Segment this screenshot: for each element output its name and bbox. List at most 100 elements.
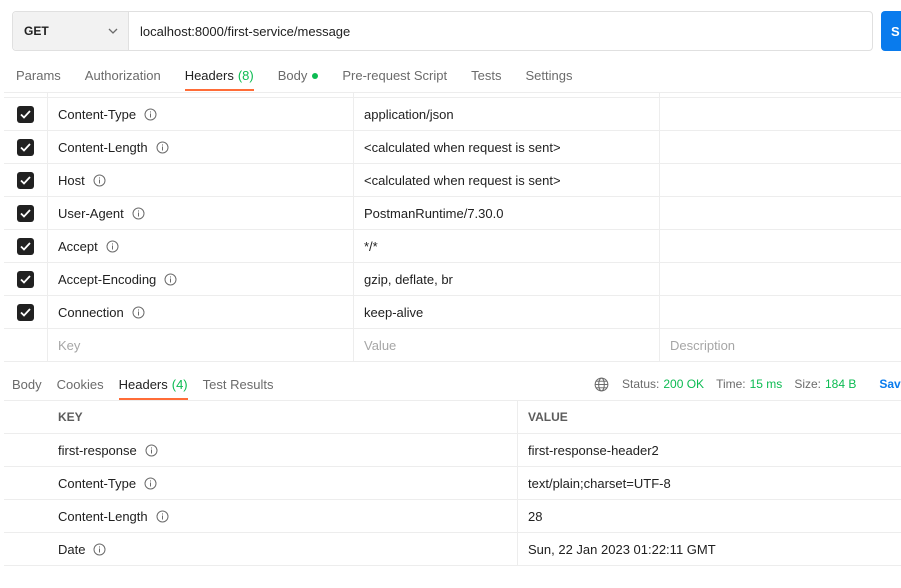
key-cell[interactable]: Accept-Encoding bbox=[48, 263, 354, 295]
value-cell: first-response-header2 bbox=[528, 442, 659, 458]
size-label: Size: bbox=[794, 377, 821, 391]
column-header-key: KEY bbox=[4, 401, 518, 433]
checkbox-cell bbox=[4, 263, 48, 295]
header-key: Host bbox=[58, 172, 85, 188]
size-value[interactable]: 184 B bbox=[825, 377, 856, 391]
description-cell[interactable] bbox=[660, 230, 901, 262]
key-cell: Content-Type bbox=[4, 467, 518, 499]
tab-body[interactable]: Body bbox=[278, 60, 319, 91]
info-icon[interactable] bbox=[93, 543, 106, 556]
description-cell[interactable] bbox=[660, 263, 901, 295]
tab-label: Params bbox=[16, 68, 61, 83]
header-key: Accept-Encoding bbox=[58, 271, 157, 287]
description-cell bbox=[660, 93, 901, 97]
tab-test-results[interactable]: Test Results bbox=[203, 368, 274, 400]
table-row: Content-Type application/json bbox=[4, 98, 901, 131]
table-row: Content-Length <calculated when request … bbox=[4, 131, 901, 164]
check-icon[interactable] bbox=[17, 138, 34, 156]
new-value-input[interactable]: Value bbox=[354, 329, 660, 361]
tab-headers[interactable]: Headers (8) bbox=[184, 60, 254, 91]
value-cell[interactable]: application/json bbox=[354, 98, 660, 130]
info-icon[interactable] bbox=[93, 174, 106, 187]
description-cell[interactable] bbox=[660, 164, 901, 196]
value-cell[interactable]: */* bbox=[354, 230, 660, 262]
header-key: Connection bbox=[58, 304, 124, 320]
modified-dot-icon bbox=[312, 72, 319, 79]
check-icon[interactable] bbox=[17, 237, 34, 255]
header-key: Content-Length bbox=[58, 139, 148, 155]
table-row: Host <calculated when request is sent> bbox=[4, 164, 901, 197]
new-description-input[interactable]: Description bbox=[660, 329, 901, 361]
save-response-button[interactable]: Save bbox=[879, 377, 901, 391]
check-icon[interactable] bbox=[17, 105, 34, 123]
description-cell[interactable] bbox=[660, 296, 901, 328]
new-key-input[interactable]: Key bbox=[48, 329, 354, 361]
tab-label: Tests bbox=[471, 68, 502, 83]
time-value[interactable]: 15 ms bbox=[750, 377, 783, 391]
header-key: User-Agent bbox=[58, 205, 124, 221]
tab-params[interactable]: Params bbox=[16, 60, 61, 91]
checkbox-cell bbox=[4, 230, 48, 262]
value-cell: Sun, 22 Jan 2023 01:22:11 GMT bbox=[528, 541, 716, 557]
send-button[interactable]: S bbox=[881, 11, 901, 51]
key-cell[interactable]: Content-Type bbox=[48, 98, 354, 130]
info-icon[interactable] bbox=[132, 306, 145, 319]
table-row: Content-Type text/plain;charset=UTF-8 bbox=[4, 467, 901, 500]
key-cell[interactable]: Accept bbox=[48, 230, 354, 262]
tab-response-headers[interactable]: Headers (4) bbox=[118, 368, 188, 400]
tab-label: Settings bbox=[525, 68, 573, 83]
key-cell[interactable]: User-Agent bbox=[48, 197, 354, 229]
check-icon[interactable] bbox=[17, 171, 34, 189]
check-icon[interactable] bbox=[17, 270, 34, 288]
checkbox-cell bbox=[4, 197, 48, 229]
checkbox-cell bbox=[4, 98, 48, 130]
info-icon[interactable] bbox=[164, 273, 177, 286]
table-header-row: KEY VALUE bbox=[4, 401, 901, 434]
method-select[interactable]: GET bbox=[13, 12, 129, 50]
info-icon[interactable] bbox=[145, 444, 158, 457]
value-cell bbox=[354, 93, 660, 97]
tab-authorization[interactable]: Authorization bbox=[85, 60, 161, 91]
info-icon[interactable] bbox=[106, 240, 119, 253]
info-icon[interactable] bbox=[156, 510, 169, 523]
info-icon[interactable] bbox=[144, 108, 157, 121]
check-icon[interactable] bbox=[17, 303, 34, 321]
method-label: GET bbox=[24, 24, 49, 38]
tab-cookies[interactable]: Cookies bbox=[57, 368, 104, 400]
check-icon[interactable] bbox=[17, 204, 34, 222]
table-row: Content-Length 28 bbox=[4, 500, 901, 533]
header-key: first-response bbox=[58, 442, 137, 458]
description-cell[interactable] bbox=[660, 131, 901, 163]
time-label: Time: bbox=[716, 377, 746, 391]
value-cell[interactable]: keep-alive bbox=[354, 296, 660, 328]
value-cell[interactable]: gzip, deflate, br bbox=[354, 263, 660, 295]
value-cell: text/plain;charset=UTF-8 bbox=[528, 475, 671, 491]
info-icon[interactable] bbox=[132, 207, 145, 220]
header-key: Content-Type bbox=[58, 106, 137, 122]
tab-label: Authorization bbox=[84, 68, 161, 83]
key-cell[interactable]: Host bbox=[48, 164, 354, 196]
checkbox-cell bbox=[4, 131, 48, 163]
globe-icon[interactable] bbox=[594, 377, 609, 392]
value-cell[interactable]: PostmanRuntime/7.30.0 bbox=[354, 197, 660, 229]
tab-pre-request-script[interactable]: Pre-request Script bbox=[342, 60, 447, 91]
tab-settings[interactable]: Settings bbox=[525, 60, 572, 91]
header-key: Date bbox=[58, 541, 86, 557]
info-icon[interactable] bbox=[144, 477, 157, 490]
tab-tests[interactable]: Tests bbox=[471, 60, 501, 91]
value-cell[interactable]: <calculated when request is sent> bbox=[354, 164, 660, 196]
key-cell[interactable]: Connection bbox=[48, 296, 354, 328]
key-cell: first-response bbox=[4, 434, 518, 466]
header-key: Accept bbox=[58, 238, 98, 254]
value-cell[interactable]: <calculated when request is sent> bbox=[354, 131, 660, 163]
request-url-bar: GET localhost:8000/first-service/message bbox=[12, 11, 873, 51]
response-tabs: Body Cookies Headers (4) Test Results bbox=[12, 368, 288, 401]
status-value[interactable]: 200 OK bbox=[663, 377, 704, 391]
info-icon[interactable] bbox=[156, 141, 169, 154]
key-cell[interactable]: Content-Length bbox=[48, 131, 354, 163]
description-cell[interactable] bbox=[660, 98, 901, 130]
key-cell bbox=[48, 93, 354, 97]
url-input[interactable]: localhost:8000/first-service/message bbox=[129, 12, 872, 50]
description-cell[interactable] bbox=[660, 197, 901, 229]
tab-response-body[interactable]: Body bbox=[12, 368, 42, 400]
